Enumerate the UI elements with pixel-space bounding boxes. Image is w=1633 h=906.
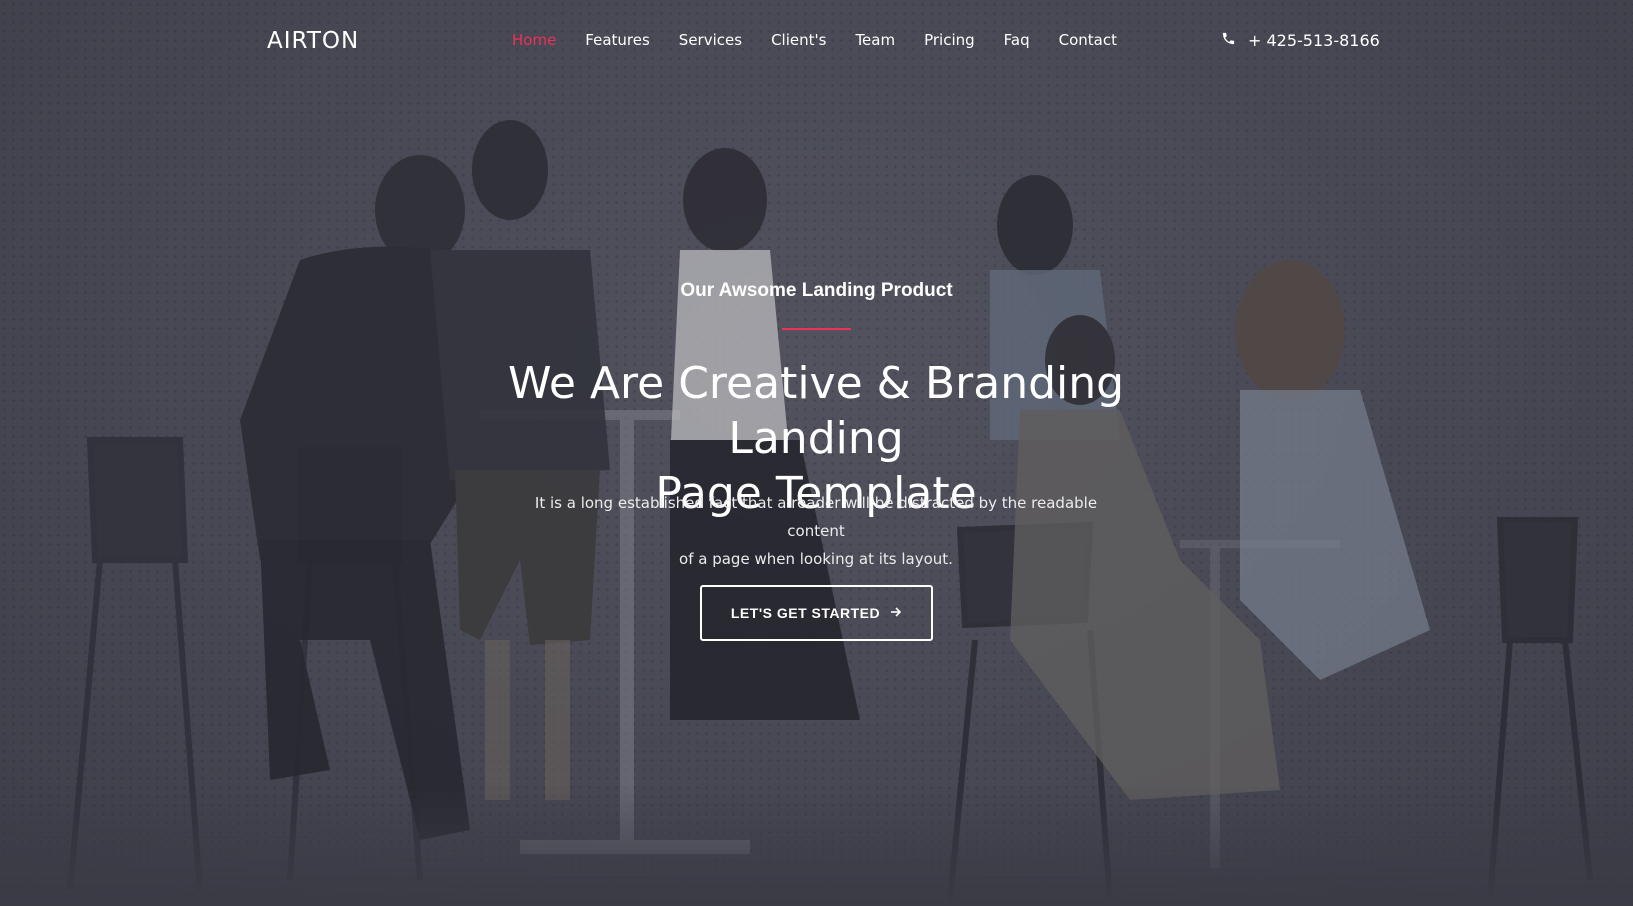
- get-started-button[interactable]: LET'S GET STARTED: [700, 585, 933, 641]
- description-line-1: It is a long established fact that a rea…: [534, 494, 1098, 540]
- hero-section: AIRTON Home Features Services Client's T…: [0, 0, 1633, 906]
- arrow-right-icon: [890, 605, 902, 621]
- headline-line-1: We Are Creative & Branding Landing: [507, 358, 1125, 464]
- hero-description: It is a long established fact that a rea…: [516, 489, 1116, 573]
- hero-content: Our Awsome Landing Product We Are Creati…: [0, 0, 1633, 906]
- accent-divider: [782, 328, 851, 330]
- hero-subtitle: Our Awsome Landing Product: [680, 280, 953, 301]
- get-started-label: LET'S GET STARTED: [730, 605, 881, 621]
- description-line-2: of a page when looking at its layout.: [679, 550, 953, 568]
